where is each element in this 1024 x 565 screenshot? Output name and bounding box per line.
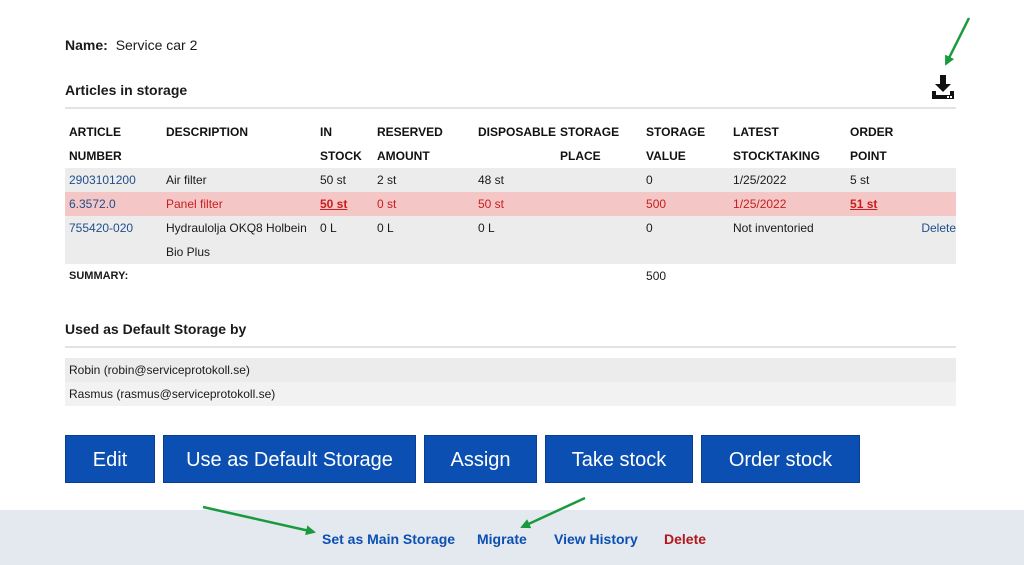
- articles-title: Articles in storage: [65, 82, 188, 98]
- article-link[interactable]: 755420-020: [69, 221, 133, 235]
- header-action: [906, 120, 956, 168]
- table-row: 6.3572.0 Panel filter 50 st 0 st 50 st 5…: [65, 192, 956, 216]
- name-value: Service car 2: [115, 37, 198, 53]
- list-item: Robin (robin@serviceprotokoll.se): [65, 358, 956, 382]
- cell-in-stock: 50 st: [316, 168, 373, 192]
- article-link[interactable]: 6.3572.0: [69, 197, 116, 211]
- default-storage-title: Used as Default Storage by: [65, 321, 247, 337]
- cell-storage-place: [556, 192, 643, 216]
- header-in-stock: IN STOCK: [320, 125, 362, 163]
- delete-row-link[interactable]: Delete: [921, 221, 956, 235]
- edit-button[interactable]: Edit: [65, 435, 155, 483]
- use-as-default-storage-button[interactable]: Use as Default Storage: [163, 435, 416, 483]
- set-main-storage-link[interactable]: Set as Main Storage: [322, 531, 455, 547]
- take-stock-button[interactable]: Take stock: [545, 435, 693, 483]
- cell-storage-value: 0: [642, 216, 730, 264]
- summary-row: SUMMARY: 500: [65, 264, 956, 288]
- cell-description: Hydraulolja OKQ8 Holbein Bio Plus: [162, 216, 316, 264]
- arrow-to-download-icon: [944, 17, 971, 66]
- assign-button[interactable]: Assign: [424, 435, 537, 483]
- cell-description: Air filter: [162, 168, 316, 192]
- article-link[interactable]: 2903101200: [69, 173, 136, 187]
- cell-in-stock: 50 st: [316, 192, 373, 216]
- table-header: ARTICLE NUMBER DESCRIPTION IN STOCK RESERV…: [65, 120, 956, 168]
- header-storage-value: STORAGE VALUE: [646, 125, 706, 163]
- cell-disposable: 48 st: [474, 168, 557, 192]
- cell-storage-place: [556, 168, 643, 192]
- cell-description: Panel filter: [162, 192, 316, 216]
- cell-stocktaking: Not inventoried: [729, 216, 847, 264]
- cell-reserved: 0 st: [373, 192, 474, 216]
- cell-storage-place: [556, 216, 643, 264]
- view-history-link[interactable]: View History: [554, 531, 638, 547]
- table-row: 755420-020 Hydraulolja OKQ8 Holbein Bio …: [65, 216, 956, 264]
- cell-disposable: 50 st: [474, 192, 557, 216]
- cell-stocktaking: 1/25/2022: [729, 192, 847, 216]
- summary-value: 500: [646, 269, 667, 283]
- header-reserved-amount: RESERVED AMOUNT: [377, 125, 443, 163]
- default-storage-divider: [65, 346, 956, 348]
- delete-storage-link[interactable]: Delete: [664, 531, 706, 547]
- cell-order-point: 51 st: [846, 192, 907, 216]
- header-article-number: ARTICLE NUMBER: [69, 125, 122, 163]
- cell-order-point: [846, 216, 907, 264]
- cell-reserved: 0 L: [373, 216, 474, 264]
- header-order-point: ORDER POINT: [850, 125, 894, 163]
- header-storage-place: STORAGE PLACE: [560, 125, 620, 163]
- cell-disposable: 0 L: [474, 216, 557, 264]
- order-stock-button[interactable]: Order stock: [701, 435, 860, 483]
- table-row: 2903101200 Air filter 50 st 2 st 48 st 0…: [65, 168, 956, 192]
- cell-in-stock: 0 L: [316, 216, 373, 264]
- cell-action: [906, 168, 956, 192]
- name-label: Name:: [65, 37, 108, 53]
- cell-action: [906, 192, 956, 216]
- storage-name: Name: Service car 2: [65, 37, 197, 53]
- list-item: Rasmus (rasmus@serviceprotokoll.se): [65, 382, 956, 406]
- summary-label: SUMMARY:: [69, 270, 129, 282]
- cell-order-point: 5 st: [846, 168, 907, 192]
- cell-storage-value: 500: [642, 192, 730, 216]
- articles-divider: [65, 107, 956, 109]
- header-disposable: DISPOSABLE: [478, 125, 557, 139]
- migrate-link[interactable]: Migrate: [477, 531, 527, 547]
- download-icon[interactable]: [932, 75, 954, 99]
- header-description: DESCRIPTION: [166, 125, 249, 139]
- header-latest-stocktaking: LATEST STOCKTAKING: [733, 125, 820, 163]
- cell-storage-value: 0: [642, 168, 730, 192]
- articles-table: ARTICLE NUMBER DESCRIPTION IN STOCK RESERV…: [65, 120, 956, 288]
- cell-reserved: 2 st: [373, 168, 474, 192]
- cell-stocktaking: 1/25/2022: [729, 168, 847, 192]
